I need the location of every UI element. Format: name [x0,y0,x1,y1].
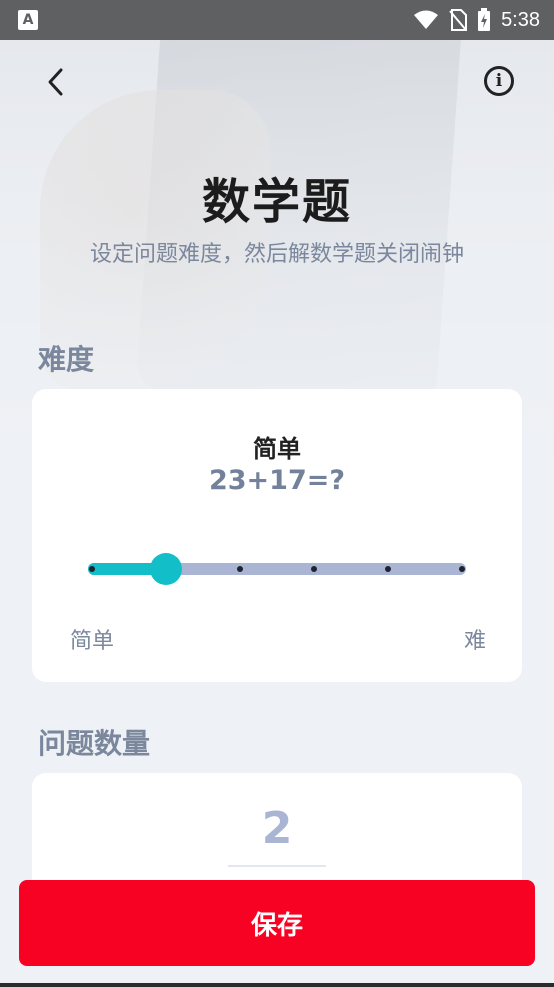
question-count-section-label: 问题数量 [38,727,151,760]
question-count-underline [228,865,326,867]
difficulty-example: 23+17=? [208,465,346,496]
slider-step-dot [89,566,95,572]
difficulty-max-label: 难 [463,629,486,654]
notification-app-icon: A [18,10,38,30]
page-title: 数学题 [201,174,352,230]
wifi-icon [414,10,439,29]
slider-step-dot [385,566,391,572]
status-time: 5:38 [501,8,540,31]
difficulty-level-label: 简单 [253,435,301,463]
chevron-left-icon [48,68,63,96]
save-button-label: 保存 [250,910,303,941]
status-bar: A 5:38 [0,0,554,40]
no-sim-icon [449,9,468,31]
info-icon: i [495,71,503,91]
slider-step-dot [459,566,465,572]
slider-thumb[interactable] [150,553,182,585]
battery-charging-icon [478,8,491,31]
question-count-value[interactable]: 2 [32,803,522,854]
difficulty-min-label: 简单 [70,629,115,654]
difficulty-section-label: 难度 [38,343,95,376]
bottom-edge [0,983,554,987]
status-right-group: 5:38 [413,0,540,40]
difficulty-card: 简单 23+17=? 简单 难 [32,389,522,682]
slider-step-dot [311,566,317,572]
page-subtitle: 设定问题难度，然后解数学题关闭闹钟 [89,242,464,267]
difficulty-slider[interactable] [88,553,466,585]
info-button[interactable]: i [484,66,514,96]
slider-step-dot [237,566,243,572]
back-button[interactable] [36,62,76,102]
save-button[interactable]: 保存 [19,880,535,966]
